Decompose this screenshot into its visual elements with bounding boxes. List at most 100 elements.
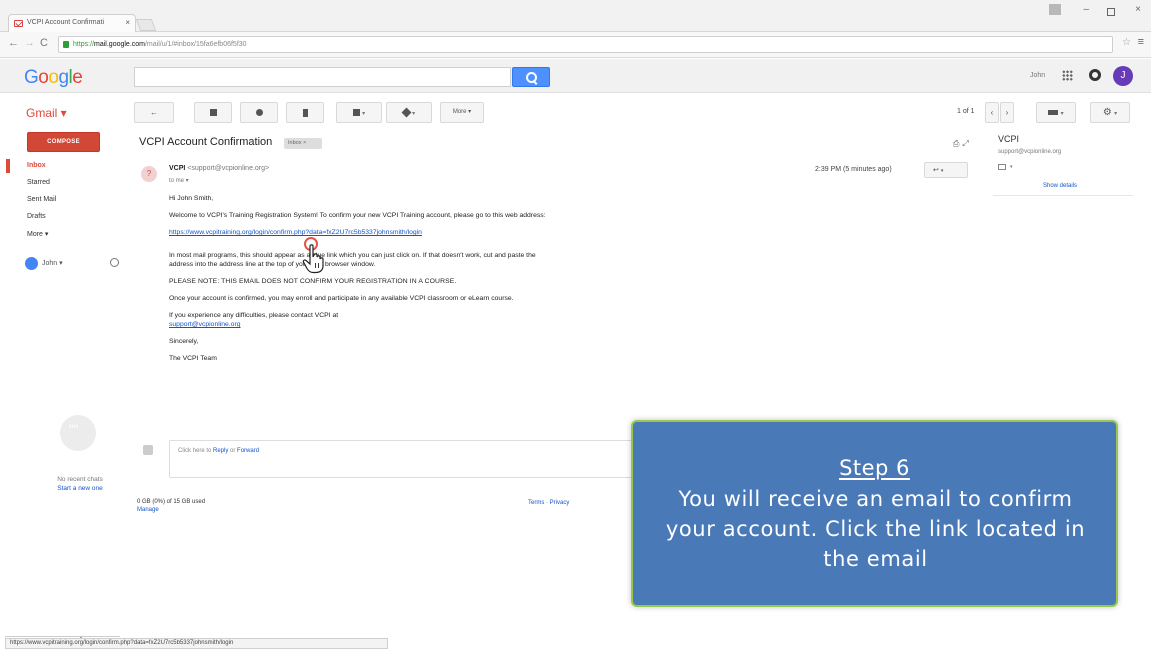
tab-close-icon[interactable]: × <box>125 18 130 27</box>
url-input[interactable]: https://mail.google.com/mail/u/1/#inbox/… <box>58 36 1113 53</box>
terms-privacy-link[interactable]: Terms · Privacy <box>528 500 569 506</box>
older-button[interactable]: › <box>1000 102 1014 123</box>
recipient-details[interactable]: to me ▾ <box>169 177 189 184</box>
maximize-button[interactable] <box>1107 8 1115 16</box>
signoff: Sincerely, <box>169 338 199 345</box>
address-bar: ← → C https://mail.google.com/mail/u/1/#… <box>0 32 1151 58</box>
hand-pointer-icon <box>302 244 324 274</box>
hangouts-user-name: John ▾ <box>42 260 63 267</box>
start-chat-link[interactable]: Start a new one <box>40 485 120 494</box>
url-scheme: https:// <box>73 41 95 48</box>
folder-icon <box>352 109 360 117</box>
nav-item-drafts[interactable]: Drafts <box>27 213 46 220</box>
step-instruction: You will receive an email to confirm you… <box>665 487 1086 571</box>
tab-title: VCPI Account Confirmati <box>27 19 105 26</box>
sender-line: VCPI <support@vcpionline.org> <box>169 165 269 172</box>
bookmark-star-icon[interactable]: ☆ <box>1122 37 1131 48</box>
gmail-menu[interactable]: Gmail ▾ <box>26 106 67 120</box>
email-body: Hi John Smith, Welcome to VCPI's Trainin… <box>169 194 549 371</box>
nav-item-inbox[interactable]: Inbox <box>27 162 46 169</box>
browser-tab-bar: VCPI Account Confirmati × – × <box>0 0 1151 32</box>
storage-text: 0 GB (0%) of 15 GB used <box>137 499 206 505</box>
sender-name: VCPI <box>169 165 186 172</box>
label-icon <box>401 107 412 118</box>
chevron-down-icon[interactable]: ▾ <box>1010 164 1013 170</box>
minimize-button[interactable]: – <box>1083 4 1089 15</box>
contact-card: VCPI support@vcpionline.org ▾ Show detai… <box>993 134 1133 196</box>
back-to-inbox-button[interactable]: ← <box>134 102 174 123</box>
email-subject: VCPI Account Confirmation <box>139 136 273 148</box>
show-details-link[interactable]: Show details <box>1043 183 1077 189</box>
manage-storage-link[interactable]: Manage <box>137 506 205 514</box>
sender-avatar: ? <box>141 166 157 182</box>
newer-button[interactable]: ‹ <box>985 102 999 123</box>
delete-button[interactable] <box>286 102 324 123</box>
more-button[interactable]: More ▾ <box>440 102 484 123</box>
avatar[interactable]: J <box>1113 66 1133 86</box>
mail-icon[interactable] <box>998 164 1006 170</box>
notifications-icon[interactable] <box>1089 69 1101 81</box>
quick-reply: Click here to Reply or Forward <box>143 440 643 478</box>
reply-box[interactable]: Click here to Reply or Forward <box>169 440 643 478</box>
url-path: /mail/u/1/#inbox/15fa6efb06f5f30 <box>144 41 247 48</box>
storage-usage: 0 GB (0%) of 15 GB used Manage <box>137 498 205 514</box>
settings-button[interactable]: ⚙ ▾ <box>1090 102 1130 123</box>
pager-count: 1 of 1 <box>957 108 975 115</box>
report-spam-button[interactable] <box>240 102 278 123</box>
archive-button[interactable] <box>194 102 232 123</box>
mail-search-input[interactable] <box>134 67 511 87</box>
account-name[interactable]: John <box>1030 72 1045 79</box>
close-window-button[interactable]: × <box>1135 4 1141 15</box>
reply-icon: ↩ <box>933 167 939 174</box>
inbox-label-chip[interactable]: Inbox × <box>284 138 322 149</box>
browser-menu-icon[interactable]: ≡ <box>1138 36 1144 48</box>
spam-icon <box>255 109 263 117</box>
keyboard-icon <box>1048 110 1059 116</box>
contact-email: support@vcpionline.org <box>998 149 1062 155</box>
search-button[interactable] <box>512 67 550 87</box>
contact-paragraph: If you experience any difficulties, plea… <box>169 312 339 328</box>
step-heading: Step 6 <box>839 456 910 480</box>
active-nav-indicator <box>6 159 10 173</box>
reply-link[interactable]: Reply <box>213 448 228 454</box>
message-timestamp: 2:39 PM (5 minutes ago) <box>815 166 892 173</box>
hangouts-search-icon[interactable] <box>110 258 119 267</box>
move-to-button[interactable]: ▾ <box>336 102 382 123</box>
contact-name: VCPI <box>998 134 1020 144</box>
archive-icon <box>209 109 217 117</box>
confirmation-link[interactable]: https://www.vcpitraining.org/login/confi… <box>169 229 422 236</box>
sender-email: <support@vcpionline.org> <box>187 165 270 172</box>
forward-link[interactable]: Forward <box>237 448 259 454</box>
url-host: mail.google.com <box>94 41 145 48</box>
nav-item-starred[interactable]: Starred <box>27 179 50 186</box>
profile-icon[interactable] <box>1049 4 1061 15</box>
labels-button[interactable]: ▾ <box>386 102 432 123</box>
gmail-favicon-icon <box>14 20 23 27</box>
apps-grid-icon[interactable] <box>1062 70 1073 81</box>
new-tab-button[interactable] <box>135 19 157 31</box>
google-header: Google John J <box>0 59 1151 93</box>
greeting: Hi John Smith, <box>169 195 214 202</box>
print-icon[interactable]: ⎙⤢ <box>953 139 972 149</box>
body-paragraph: Once your account is confirmed, you may … <box>169 295 514 302</box>
compose-button[interactable]: COMPOSE <box>27 132 100 152</box>
trash-icon <box>302 108 308 117</box>
body-paragraph: Welcome to VCPI's Training Registration … <box>169 212 546 219</box>
hangouts-avatar <box>25 257 38 270</box>
back-arrow-icon[interactable]: ← <box>8 37 19 49</box>
link-status-bar: https://www.vcpitraining.org/login/confi… <box>5 638 388 649</box>
support-email-link[interactable]: support@vcpionline.org <box>169 321 241 328</box>
instruction-callout: Step 6 You will receive an email to conf… <box>631 420 1118 607</box>
hangouts-quote-icon <box>60 415 96 451</box>
forward-arrow-icon[interactable]: → <box>24 37 35 49</box>
google-logo[interactable]: Google <box>24 67 83 89</box>
lock-icon <box>63 41 69 48</box>
no-chats-text: No recent chats <box>57 476 103 483</box>
reply-button[interactable]: ↩ ▾ <box>924 162 968 178</box>
browser-tab[interactable]: VCPI Account Confirmati × <box>8 14 136 32</box>
nav-item-sent[interactable]: Sent Mail <box>27 196 56 203</box>
nav-item-more[interactable]: More ▾ <box>27 230 48 238</box>
reload-icon[interactable]: C <box>40 37 48 49</box>
my-avatar-icon <box>143 445 153 455</box>
input-tools-button[interactable]: ▾ <box>1036 102 1076 123</box>
